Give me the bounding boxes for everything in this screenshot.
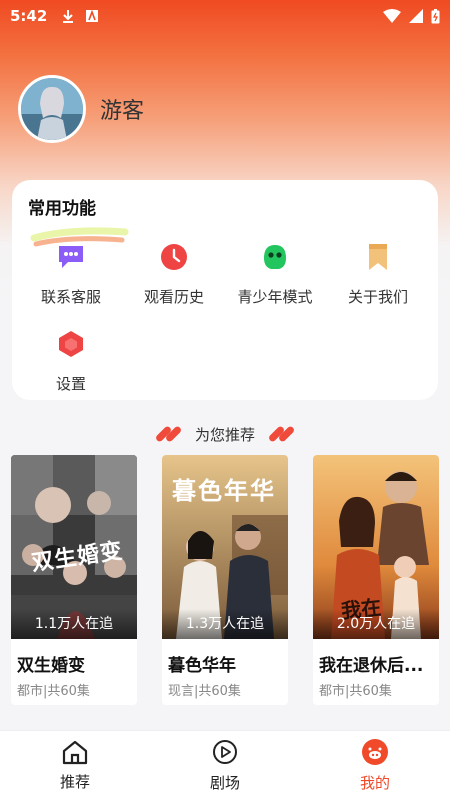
- contact-service-item[interactable]: 联系客服: [16, 240, 126, 307]
- drama-meta: 都市|共60集: [17, 684, 90, 699]
- slash-decoration-right-icon: [267, 425, 296, 443]
- drama-meta: 都市|共60集: [319, 684, 392, 699]
- about-us-item[interactable]: 关于我们: [323, 240, 433, 307]
- settings-label: 设置: [55, 375, 86, 393]
- drama-list: 双生婚变 1.1万人在追 双生婚变 都市|共60集 暮色年华 1.3万人在追 暮…: [11, 455, 441, 707]
- tab-mine-label: 我的: [359, 774, 390, 792]
- recommend-section-header: 为您推荐: [0, 420, 450, 448]
- chat-bubble-icon: [54, 240, 88, 274]
- drama-meta: 现言|共60集: [168, 684, 241, 699]
- play-circle-icon: [213, 740, 237, 764]
- tab-recommend-label: 推荐: [59, 773, 90, 791]
- drama-card[interactable]: 暮色年华 1.3万人在追 暮色华年 现言|共60集: [162, 455, 288, 705]
- drama-title: 暮色华年: [168, 656, 236, 676]
- avatar-image: [21, 78, 83, 140]
- about-us-label: 关于我们: [347, 288, 408, 306]
- contact-service-label: 联系客服: [40, 288, 101, 306]
- teen-mode-item[interactable]: 青少年模式: [220, 240, 330, 307]
- drama-card[interactable]: 双生婚变 1.1万人在追 双生婚变 都市|共60集: [11, 455, 137, 705]
- username: 游客: [100, 99, 145, 124]
- status-time: 5:42: [10, 7, 48, 25]
- drama-poster: 我在 2.0万人在追: [313, 455, 439, 639]
- status-bar: 5:42: [0, 0, 450, 32]
- teen-mode-label: 青少年模式: [237, 288, 313, 306]
- pig-face-icon: [362, 739, 388, 765]
- download-icon: [63, 10, 74, 23]
- watch-count: 2.0万人在追: [313, 609, 439, 639]
- wifi-icon: [383, 9, 401, 23]
- avatar[interactable]: [18, 75, 86, 143]
- drama-title: 双生婚变: [17, 656, 85, 676]
- watch-history-item[interactable]: 观看历史: [119, 240, 229, 307]
- app-notification-icon: [86, 9, 99, 22]
- green-mascot-icon: [258, 240, 292, 274]
- drama-title: 我在退休后...: [319, 656, 424, 676]
- drama-poster: 双生婚变 1.1万人在追: [11, 455, 137, 639]
- tab-recommend[interactable]: 推荐: [0, 731, 150, 800]
- profile-header[interactable]: 游客: [18, 75, 144, 143]
- watch-count: 1.1万人在追: [11, 609, 137, 639]
- bookmark-icon: [361, 240, 395, 274]
- battery-icon: [431, 8, 440, 23]
- hexagon-settings-icon: [54, 327, 88, 361]
- recommend-title: 为您推荐: [194, 425, 255, 444]
- common-functions-card: 常用功能 联系客服 观看历史 青少年模式 关于我们 设置: [12, 180, 438, 400]
- poster-title-text: 暮色年华: [172, 476, 276, 505]
- tab-mine[interactable]: 我的: [300, 731, 450, 800]
- bottom-tab-bar: 推荐 剧场 我的: [0, 730, 450, 800]
- clock-icon: [157, 240, 191, 274]
- drama-card[interactable]: 我在 2.0万人在追 我在退休后... 都市|共60集: [313, 455, 439, 705]
- tab-theater-label: 剧场: [209, 774, 240, 792]
- slash-decoration-left-icon: [154, 425, 183, 443]
- watch-count: 1.3万人在追: [162, 609, 288, 639]
- signal-icon: [409, 9, 423, 23]
- watch-history-label: 观看历史: [143, 288, 204, 306]
- home-icon: [62, 740, 88, 765]
- settings-item[interactable]: 设置: [16, 327, 126, 394]
- tab-theater[interactable]: 剧场: [150, 731, 300, 800]
- common-functions-title: 常用功能: [28, 199, 96, 219]
- drama-poster: 暮色年华 1.3万人在追: [162, 455, 288, 639]
